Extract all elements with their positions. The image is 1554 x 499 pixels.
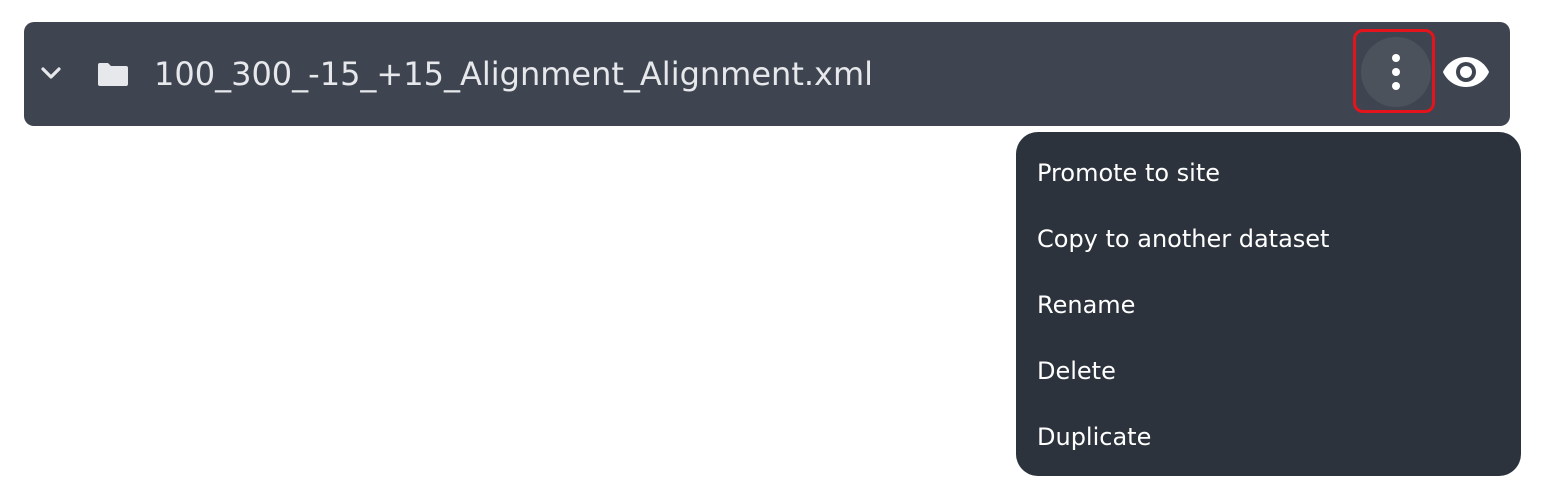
menu-item-duplicate[interactable]: Duplicate xyxy=(1016,404,1521,470)
menu-item-delete[interactable]: Delete xyxy=(1016,338,1521,404)
folder-icon xyxy=(96,60,130,88)
menu-item-rename[interactable]: Rename xyxy=(1016,272,1521,338)
menu-item-promote-to-site[interactable]: Promote to site xyxy=(1016,140,1521,206)
menu-item-copy-to-another-dataset[interactable]: Copy to another dataset xyxy=(1016,206,1521,272)
dataset-file-row[interactable]: 100_300_-15_+15_Alignment_Alignment.xml xyxy=(24,22,1510,126)
context-menu: Promote to site Copy to another dataset … xyxy=(1016,132,1521,476)
more-options-highlight xyxy=(1353,29,1435,113)
more-vertical-icon xyxy=(1392,54,1400,90)
eye-icon[interactable] xyxy=(1442,54,1490,90)
file-name: 100_300_-15_+15_Alignment_Alignment.xml xyxy=(154,55,874,93)
more-options-button[interactable] xyxy=(1361,37,1431,107)
chevron-down-icon[interactable] xyxy=(40,64,62,82)
